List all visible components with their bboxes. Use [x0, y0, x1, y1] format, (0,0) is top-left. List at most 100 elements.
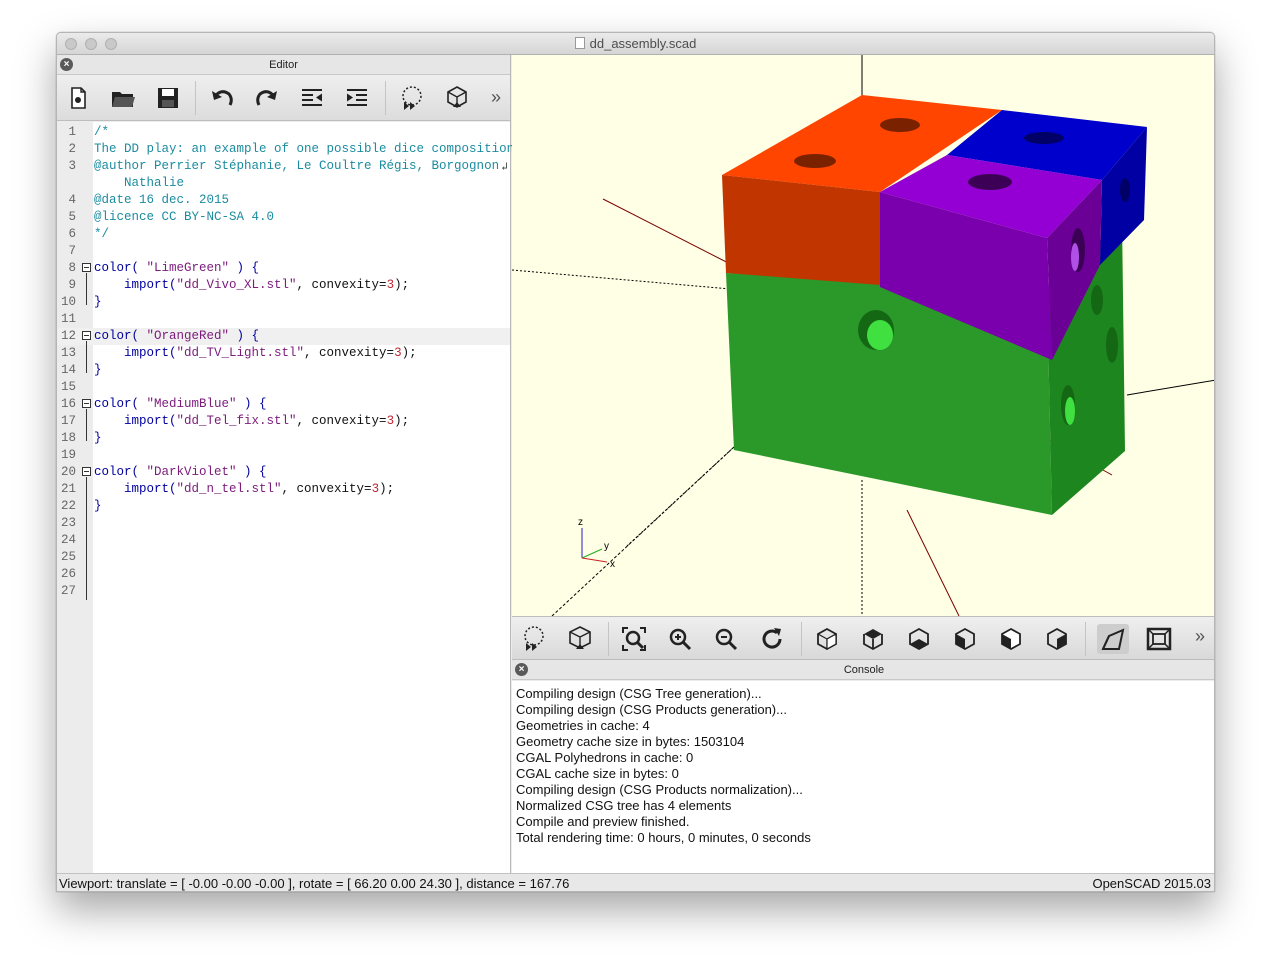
editor-close-icon[interactable]: ×: [60, 58, 73, 71]
console-line: Normalized CSG tree has 4 elements: [516, 798, 732, 813]
code-line[interactable]: 19: [57, 447, 510, 464]
console-output[interactable]: Compiling design (CSG Tree generation)..…: [512, 681, 1214, 873]
code-line[interactable]: 27: [57, 583, 510, 600]
line-number: 13: [60, 346, 76, 360]
code-text: @date 16 dec. 2015: [94, 193, 230, 207]
code-line[interactable]: 4 @date 16 dec. 2015: [57, 192, 510, 209]
save-icon[interactable]: [153, 84, 183, 112]
toolbar-separator: [195, 81, 196, 115]
view-all-icon[interactable]: [618, 624, 650, 654]
code-line[interactable]: 1 /*: [57, 124, 510, 141]
fold-toggle-icon[interactable]: [82, 467, 91, 476]
open-folder-icon[interactable]: [108, 84, 138, 112]
perspective-icon[interactable]: [1097, 624, 1129, 654]
code-line[interactable]: Nathalie: [57, 175, 510, 192]
code-text: */: [94, 227, 110, 241]
code-editor[interactable]: 1 /* 2 The DD play: an example of one possi…: [57, 122, 514, 873]
fold-toggle-icon[interactable]: [82, 263, 91, 272]
code-text: color( "OrangeRed" ) {: [94, 329, 260, 343]
render-icon[interactable]: [442, 84, 472, 112]
console-line: Total rendering time: 0 hours, 0 minutes…: [516, 830, 811, 845]
code-text: @author Perrier Stéphanie, Le Coultre Ré…: [94, 159, 500, 173]
fold-guide: [86, 409, 87, 441]
code-line[interactable]: 23: [57, 515, 510, 532]
code-line[interactable]: 13 import("dd_TV_Light.stl", convexity=3…: [57, 345, 510, 362]
code-line[interactable]: 26: [57, 566, 510, 583]
fold-toggle-icon[interactable]: [82, 399, 91, 408]
console-line: Compiling design (CSG Products normaliza…: [516, 782, 803, 797]
code-text: import("dd_TV_Light.stl", convexity=3);: [94, 346, 417, 360]
line-number: 26: [60, 567, 76, 581]
fold-toggle-icon[interactable]: [82, 331, 91, 340]
view-front-icon[interactable]: [995, 624, 1027, 654]
new-file-icon[interactable]: [63, 84, 93, 112]
code-text: import("dd_Tel_fix.stl", convexity=3);: [94, 414, 410, 428]
line-number: 22: [60, 499, 76, 513]
zoom-in-icon[interactable]: [664, 624, 696, 654]
code-text: The DD play: an example of one possible …: [94, 142, 515, 156]
code-line[interactable]: 22}: [57, 498, 510, 515]
code-line[interactable]: 14}: [57, 362, 510, 379]
viewport-canvas: z y x: [512, 55, 1214, 616]
code-line[interactable]: 12 color( "OrangeRed" ) {: [57, 328, 510, 345]
preview-icon[interactable]: [397, 84, 427, 112]
console-line: Compile and preview finished.: [516, 814, 690, 829]
toolbar-separator: [801, 622, 802, 656]
code-line[interactable]: 3 @author Perrier Stéphanie, Le Coultre R…: [57, 158, 510, 175]
code-line[interactable]: 21 import("dd_n_tel.stl", convexity=3);: [57, 481, 510, 498]
orthogonal-icon[interactable]: [1143, 624, 1175, 654]
line-number: 18: [60, 431, 76, 445]
render-icon[interactable]: [564, 624, 596, 654]
reset-view-icon[interactable]: [756, 624, 788, 654]
code-line[interactable]: 5 @licence CC BY-NC-SA 4.0: [57, 209, 510, 226]
line-number: 15: [60, 380, 76, 394]
toolbar-separator: [385, 81, 386, 115]
app-version: OpenSCAD 2015.03: [1092, 876, 1211, 891]
redo-icon[interactable]: [252, 84, 282, 112]
unindent-icon[interactable]: [297, 84, 327, 112]
code-line[interactable]: 6 */: [57, 226, 510, 243]
line-number: 9: [68, 278, 76, 292]
3d-viewport[interactable]: z y x: [512, 55, 1214, 616]
console-line: Geometry cache size in bytes: 1503104: [516, 734, 745, 749]
view-right-icon[interactable]: [811, 624, 843, 654]
view-back-icon[interactable]: [1041, 624, 1073, 654]
code-line[interactable]: 24: [57, 532, 510, 549]
code-line[interactable]: 9 import("dd_Vivo_XL.stl", convexity=3);: [57, 277, 510, 294]
code-line[interactable]: 15: [57, 379, 510, 396]
line-number: 23: [60, 516, 76, 530]
console-line: Compiling design (CSG Tree generation)..…: [516, 686, 762, 701]
indent-icon[interactable]: [342, 84, 372, 112]
code-line[interactable]: 16 color( "MediumBlue" ) {: [57, 396, 510, 413]
code-line[interactable]: 17 import("dd_Tel_fix.stl", convexity=3)…: [57, 413, 510, 430]
document-icon: [574, 37, 585, 49]
code-line[interactable]: 2 The DD play: an example of one possible…: [57, 141, 514, 158]
console-header: × Console: [512, 660, 1214, 680]
viewport-info: Viewport: translate = [ -0.00 -0.00 -0.0…: [59, 876, 570, 891]
wrap-indicator-icon: ↲: [501, 162, 508, 174]
code-line[interactable]: 8 color( "LimeGreen" ) {: [57, 260, 510, 277]
code-line[interactable]: 7: [57, 243, 510, 260]
line-number: 20: [60, 465, 76, 479]
more-icon[interactable]: »: [1195, 626, 1205, 647]
code-text: import("dd_n_tel.stl", convexity=3);: [94, 482, 395, 496]
code-text: }: [94, 431, 102, 445]
console-line: Compiling design (CSG Products generatio…: [516, 702, 787, 717]
preview-icon[interactable]: [518, 624, 550, 654]
view-top-icon[interactable]: [857, 624, 889, 654]
view-left-icon[interactable]: [949, 624, 981, 654]
undo-icon[interactable]: [207, 84, 237, 112]
view-bottom-icon[interactable]: [903, 624, 935, 654]
zoom-out-icon[interactable]: [710, 624, 742, 654]
code-line[interactable]: 18}: [57, 430, 510, 447]
more-icon[interactable]: »: [491, 87, 501, 108]
code-line[interactable]: 10}: [57, 294, 510, 311]
console-line: CGAL cache size in bytes: 0: [516, 766, 679, 781]
code-line[interactable]: 20 color( "DarkViolet" ) {: [57, 464, 510, 481]
fold-guide: [86, 341, 87, 373]
code-line[interactable]: 11: [57, 311, 510, 328]
code-line[interactable]: 25: [57, 549, 510, 566]
console-close-icon[interactable]: ×: [515, 663, 528, 676]
fold-guide: [86, 273, 87, 305]
code-text: @licence CC BY-NC-SA 4.0: [94, 210, 275, 224]
